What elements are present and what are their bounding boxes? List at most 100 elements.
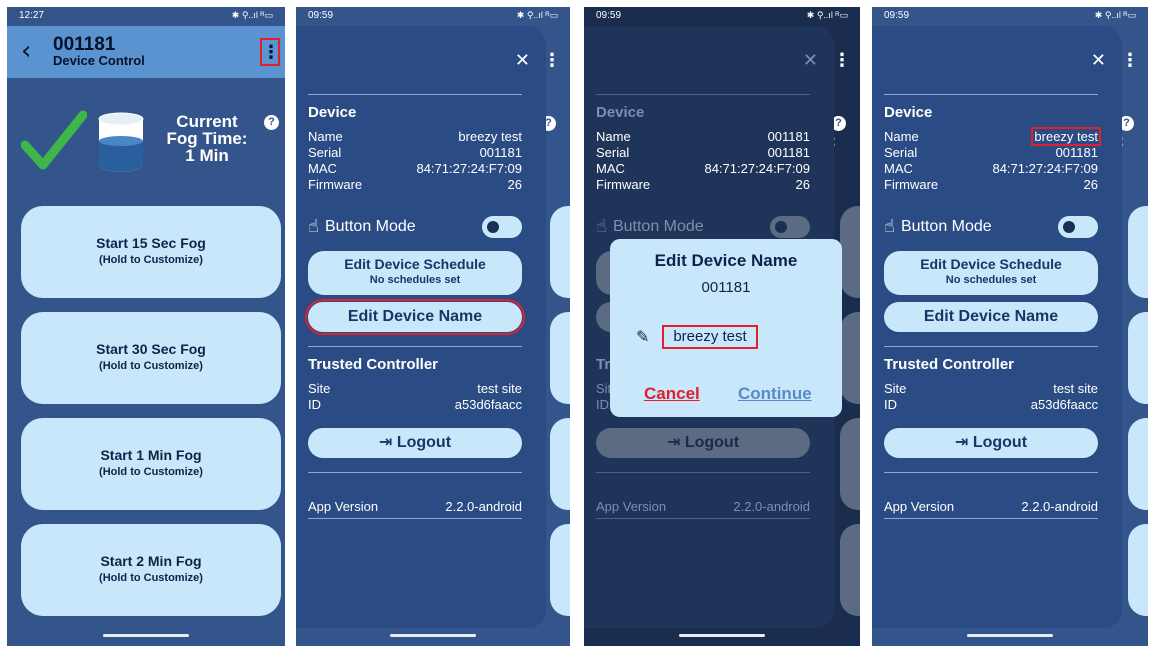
fog-button-label: Start 2 Min Fog [100, 553, 202, 569]
gesture-bar [967, 634, 1053, 637]
divider [884, 346, 1098, 347]
app-version-label: App Version [308, 499, 379, 514]
fog-button-peek [1128, 524, 1148, 616]
name-label: Name [596, 129, 631, 144]
divider [308, 346, 522, 347]
id-value: a53d6faacc [454, 397, 522, 412]
logout-button: ⇥ Logout [596, 428, 810, 458]
edit-name-dialog-screen: 09:59 ✱ ⚲..ıl ᴿ▭ ⋮ ? e: ✕ Device Name001… [584, 7, 860, 646]
gesture-bar [103, 634, 189, 637]
button-mode-label: Button Mode [324, 217, 416, 235]
device-header: Device [596, 104, 645, 121]
fog-line-3: 1 Min [185, 146, 229, 165]
edit-device-name-button[interactable]: Edit Device Name [305, 299, 525, 335]
divider [596, 472, 810, 473]
divider [308, 94, 522, 95]
fog-button-peek [840, 206, 860, 298]
edit-device-name-dialog: Edit Device Name 001181 ✎ breezy test Ca… [610, 239, 842, 417]
close-icon[interactable]: ✕ [1091, 50, 1106, 71]
site-value: test site [477, 381, 522, 396]
start-15-sec-fog-button[interactable]: Start 15 Sec Fog (Hold to Customize) [21, 206, 281, 298]
mac-row: MAC 84:71:27:24:F7:09 [308, 162, 522, 175]
edit-device-name-button[interactable]: Edit Device Name [884, 302, 1098, 332]
settings-drawer-updated-screen: 09:59 ✱ ⚲..ıl ᴿ▭ ⋮ ? e: ✕ Device Namebre… [872, 7, 1148, 646]
id-value: a53d6faacc [1030, 397, 1098, 412]
firmware-row: Firmware 26 [308, 178, 522, 191]
fog-button-peek [550, 312, 570, 404]
fog-button-label: Start 1 Min Fog [100, 447, 202, 463]
serial-label: Serial [308, 145, 342, 160]
divider [884, 518, 1098, 519]
fog-button-peek [840, 418, 860, 510]
device-header: Device [884, 104, 933, 121]
edit-device-schedule-button[interactable]: Edit Device Schedule No schedules set [884, 251, 1098, 295]
fog-line-2: Fog Time: [166, 129, 248, 148]
firmware-value: 26 [1083, 177, 1098, 192]
dialog-serial: 001181 [701, 279, 751, 296]
name-value: breezy test [458, 129, 522, 144]
divider [596, 518, 810, 519]
start-30-sec-fog-button[interactable]: Start 30 Sec Fog (Hold to Customize) [21, 312, 281, 404]
logout-button[interactable]: ⇥ Logout [884, 428, 1098, 458]
gesture-bar [390, 634, 476, 637]
divider [308, 518, 522, 519]
more-options-icon: ⋮ [1121, 50, 1139, 70]
mac-value: 84:71:27:24:F7:09 [704, 161, 810, 176]
serial-label: Serial [884, 145, 918, 160]
app-version-value: 2.2.0-android [1021, 499, 1098, 514]
button-mode-toggle[interactable] [482, 216, 522, 238]
divider [596, 94, 810, 95]
name-value: 001181 [767, 129, 810, 144]
firmware-value: 26 [507, 177, 522, 192]
fog-status-row: Current Fog Time: 1 Min ? [7, 107, 285, 187]
fog-button-hint: (Hold to Customize) [99, 572, 203, 584]
button-mode-row: ☝ Button Mode [308, 216, 416, 237]
button-mode-label: Button Mode [612, 217, 704, 235]
site-label: Site [308, 381, 331, 396]
close-icon[interactable]: ✕ [515, 50, 530, 71]
button-mode-toggle[interactable] [1058, 216, 1098, 238]
back-arrow-icon[interactable]: ‹ [21, 36, 31, 66]
fog-button-peek [1128, 418, 1148, 510]
mac-label: MAC [884, 161, 913, 176]
device-id-title: 001181 [53, 34, 116, 55]
fog-button-label: Start 15 Sec Fog [96, 235, 206, 251]
mac-label: MAC [596, 161, 625, 176]
logout-button[interactable]: ⇥ Logout [308, 428, 522, 458]
cancel-button[interactable]: Cancel [644, 384, 700, 404]
button-mode-toggle [770, 216, 810, 238]
edit-device-schedule-button[interactable]: Edit Device Schedule No schedules set [308, 251, 522, 295]
firmware-value: 26 [795, 177, 810, 192]
start-1-min-fog-button[interactable]: Start 1 Min Fog (Hold to Customize) [21, 418, 281, 510]
trusted-controller-header: Trusted Controller [884, 356, 1015, 373]
app-bar: ‹ 001181 Device Control ⋮ [7, 26, 285, 78]
serial-row: Serial 001181 [884, 146, 1098, 159]
hand-pointer-icon: ☝ [884, 216, 895, 237]
id-row: ID a53d6faacc [884, 398, 1098, 411]
fog-button-peek [1128, 206, 1148, 298]
fog-button-peek [840, 524, 860, 616]
continue-button[interactable]: Continue [738, 384, 812, 404]
firmware-label: Firmware [308, 177, 363, 192]
device-control-screen: 12:27 ✱ ⚲..ıl ᴿ▭ ‹ 001181 Device Control… [7, 7, 285, 646]
id-label: ID [884, 397, 897, 412]
id-label: ID [308, 397, 321, 412]
schedule-button-label: Edit Device Schedule [344, 256, 486, 272]
button-mode-row: ☝ Button Mode [884, 216, 992, 237]
settings-drawer-screen: 09:59 ✱ ⚲..ıl ᴿ▭ ⋮ ? e: ✕ Device Namebre… [296, 7, 570, 646]
app-version-row: App Version 2.2.0-android [596, 499, 810, 514]
divider [308, 472, 522, 473]
device-name-input[interactable]: breezy test [662, 325, 758, 349]
divider [884, 94, 1098, 95]
name-label: Name [884, 129, 919, 144]
serial-row: Serial 001181 [596, 146, 810, 159]
app-version-row: App Version 2.2.0-android [884, 499, 1098, 514]
hand-pointer-icon: ☝ [596, 216, 607, 237]
start-2-min-fog-button[interactable]: Start 2 Min Fog (Hold to Customize) [21, 524, 281, 616]
settings-drawer: ✕ Device Name breezy test Serial 001181 MA… [296, 26, 546, 628]
site-row: Site test site [884, 382, 1098, 395]
name-label: Name [308, 129, 343, 144]
help-icon[interactable]: ? [264, 115, 279, 130]
more-options-icon[interactable]: ⋮ [260, 38, 280, 66]
schedule-status: No schedules set [369, 274, 461, 286]
